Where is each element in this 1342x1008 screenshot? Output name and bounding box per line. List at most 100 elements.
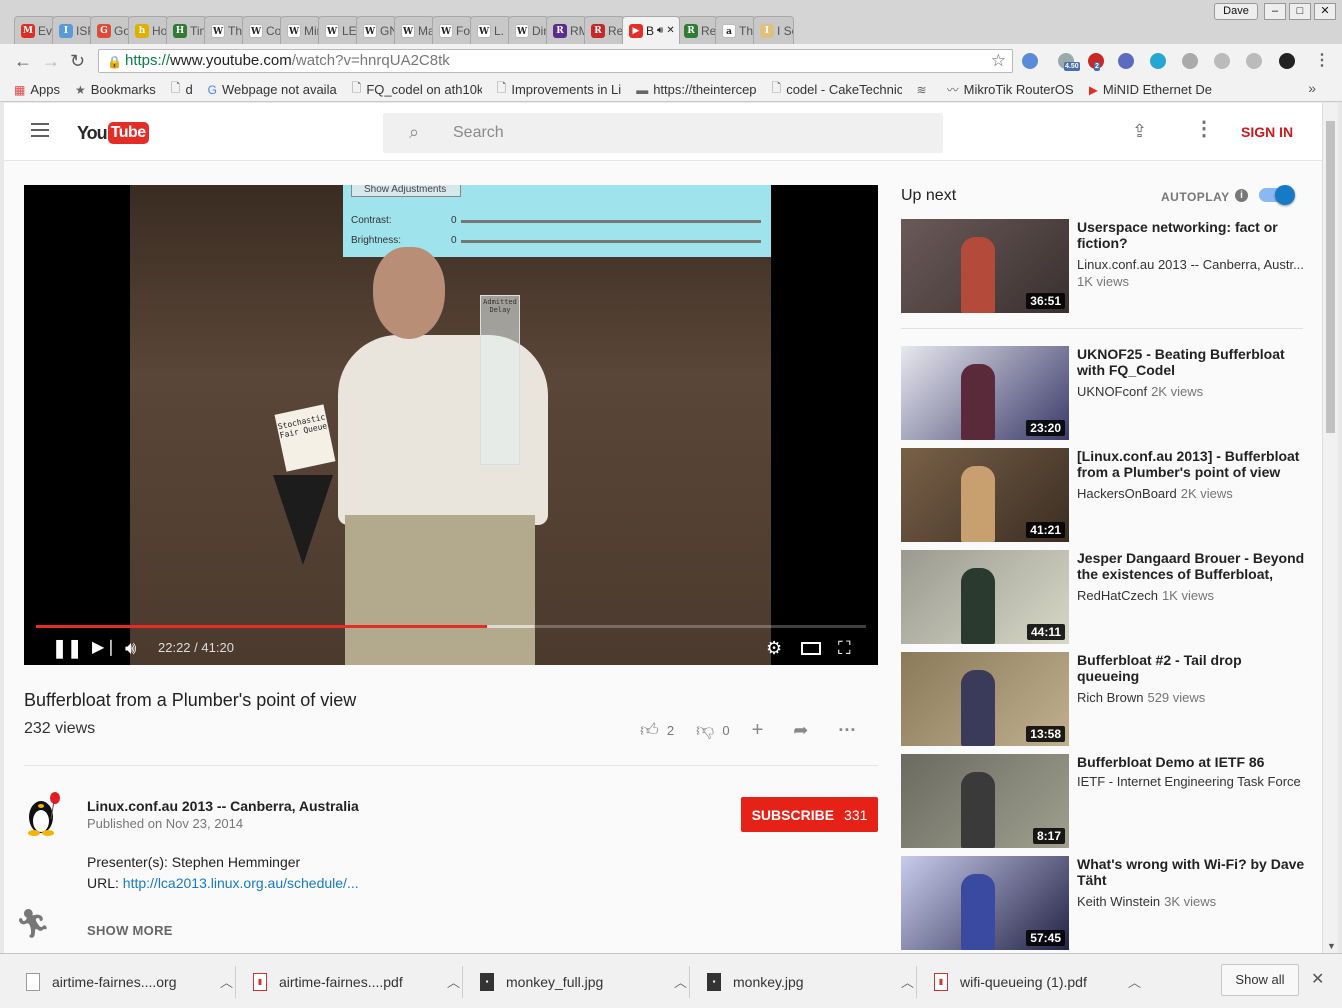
browser-tab[interactable]: RRM <box>546 16 587 44</box>
bookmark-item[interactable]: ▬ https://theintercep <box>636 82 756 97</box>
reload-icon[interactable]: ↻ <box>70 51 85 71</box>
recommended-video-title[interactable]: [Linux.conf.au 2013] - Bufferbloat from … <box>1077 448 1305 480</box>
channel-name[interactable]: Linux.conf.au 2013 -- Canberra, Australi… <box>87 798 359 814</box>
forward-arrow-icon[interactable]: → <box>42 51 60 71</box>
browser-tab[interactable]: WL. R <box>470 16 511 44</box>
add-to-button[interactable]: + <box>752 719 772 742</box>
bookmark-star-icon[interactable]: ☆ <box>991 50 1006 72</box>
minimize-button[interactable]: – <box>1264 3 1286 20</box>
dislike-button[interactable]: 👎︎ 0 <box>696 719 730 741</box>
scroll-down-arrow-icon[interactable]: ▼ <box>1327 941 1336 951</box>
globe-extension-icon[interactable] <box>1118 53 1134 69</box>
description-url-link[interactable]: http://lca2013.linux.org.au/schedule/... <box>123 875 359 891</box>
lock-extension-icon[interactable] <box>1246 53 1262 69</box>
page-scrollbar[interactable]: ▼ <box>1322 103 1338 953</box>
profile-button[interactable]: Dave <box>1214 3 1258 20</box>
video-thumbnail[interactable]: 23:20 <box>901 346 1069 440</box>
close-shelf-icon[interactable]: ✕ <box>1311 969 1324 989</box>
show-all-downloads-button[interactable]: Show all <box>1221 964 1299 996</box>
video-thumbnail[interactable]: 36:51 <box>901 219 1069 313</box>
chevron-up-icon[interactable]: ︿ <box>674 972 687 991</box>
recommended-video[interactable]: 8:17 Bufferbloat Demo at IETF 86 IETF - In… <box>901 754 1305 848</box>
video-thumbnail[interactable]: 41:21 <box>901 448 1069 542</box>
download-item[interactable]: ▮ wifi-queueing (1).pdf ︿ <box>934 954 1141 1008</box>
monitor-extension-icon[interactable] <box>1182 53 1198 69</box>
recommended-video-title[interactable]: Bufferbloat #2 - Tail drop queueing <box>1077 652 1305 684</box>
recommended-video-title[interactable]: Bufferbloat Demo at IETF 86 <box>1077 754 1305 770</box>
browser-tab[interactable]: WColl <box>242 16 283 44</box>
clock-extension-icon[interactable] <box>1022 53 1038 69</box>
bookmark-item[interactable]: 🗋 codel - CakeTechnic <box>772 79 902 100</box>
bookmarks-overflow-icon[interactable]: » <box>1308 80 1316 96</box>
adblock-plus-icon[interactable]: 2 <box>1088 53 1104 71</box>
recommended-video[interactable]: 36:51 Userspace networking: fact or ficti… <box>901 219 1305 313</box>
recommended-video-title[interactable]: UKNOF25 - Beating Bufferbloat with FQ_Co… <box>1077 346 1305 378</box>
maximize-button[interactable]: □ <box>1289 3 1311 20</box>
bookmark-item[interactable]: ≋ <box>917 83 932 97</box>
info-icon[interactable]: i <box>1235 189 1248 202</box>
browser-tab[interactable]: GGoo <box>90 16 131 44</box>
more-actions-button[interactable]: ··· <box>838 720 864 741</box>
bookmark-item[interactable]: G Webpage not availa <box>208 82 337 97</box>
chevron-up-icon[interactable]: ︿ <box>901 972 914 991</box>
video-thumbnail[interactable]: 13:58 <box>901 652 1069 746</box>
bookmark-item[interactable]: 🗋 FQ_codel on ath10k <box>352 79 482 100</box>
cube-extension-icon[interactable] <box>1150 53 1166 69</box>
chevron-up-icon[interactable]: ︿ <box>447 972 460 991</box>
browser-tab[interactable]: hHov <box>128 16 169 44</box>
channel-avatar[interactable] <box>24 791 64 837</box>
theater-mode-icon[interactable] <box>801 642 821 655</box>
browser-tab[interactable]: IISP <box>52 16 93 44</box>
scrollbar-thumb[interactable] <box>1326 121 1335 433</box>
browser-tab[interactable]: WMin <box>280 16 321 44</box>
bookmark-item[interactable]: ★ Bookmarks <box>75 82 156 97</box>
close-window-button[interactable]: ✕ <box>1314 3 1336 20</box>
browser-tab[interactable]: II Sc <box>753 16 794 44</box>
search-icon[interactable]: ⌕ <box>409 122 419 143</box>
video-thumbnail[interactable]: 44:11 <box>901 550 1069 644</box>
volume-icon[interactable]: 🔊︎ <box>125 631 136 665</box>
bookmark-item[interactable]: 🗋 Improvements in Li <box>497 79 621 100</box>
browser-tab[interactable]: WFor <box>432 16 473 44</box>
recommended-video-title[interactable]: What's wrong with Wi-Fi? by Dave Täht <box>1077 856 1305 888</box>
download-item[interactable]: ▮ airtime-fairnes....pdf ︿ <box>253 954 460 1008</box>
subscribe-button[interactable]: SUBSCRIBE 331 <box>741 797 878 832</box>
browser-tab[interactable]: RRea <box>584 16 625 44</box>
browser-tab[interactable]: MEva <box>14 16 55 44</box>
bookmark-item[interactable]: ▶ MiNID Ethernet De <box>1089 82 1212 97</box>
bars-extension-icon[interactable] <box>1214 53 1230 69</box>
browser-tab[interactable]: WDim <box>508 16 549 44</box>
browser-tab[interactable]: WGNU <box>356 16 397 44</box>
pause-icon[interactable]: ❚❚ <box>52 631 82 665</box>
sign-in-button[interactable]: SIGN IN <box>1241 124 1293 140</box>
download-item[interactable]: ▪ monkey_full.jpg ︿ <box>480 954 687 1008</box>
bookmark-item[interactable]: 🗋 d <box>171 79 193 100</box>
download-item[interactable]: ▪ monkey.jpg ︿ <box>707 954 914 1008</box>
hamburger-menu-icon[interactable] <box>31 123 49 137</box>
bookmark-item[interactable]: ▦ Apps <box>14 82 60 97</box>
bookmark-item[interactable]: 〰 MikroTik RouterOS <box>947 81 1074 98</box>
browser-tab[interactable]: WMat <box>394 16 435 44</box>
terminal-extension-icon[interactable] <box>1279 53 1295 69</box>
more-options-icon[interactable]: ⋮ <box>1194 119 1214 139</box>
recommended-video[interactable]: 23:20 UKNOF25 - Beating Bufferbloat with … <box>901 346 1305 440</box>
recommended-video[interactable]: 13:58 Bufferbloat #2 - Tail drop queueing… <box>901 652 1305 746</box>
chrome-menu-icon[interactable]: ⋮ <box>1314 53 1330 69</box>
search-input[interactable] <box>453 123 913 143</box>
back-arrow-icon[interactable]: ← <box>14 51 32 71</box>
close-tab-icon[interactable]: ✕ <box>666 25 674 36</box>
browser-tab[interactable]: aTha <box>715 16 756 44</box>
share-button[interactable]: ➦ <box>793 720 816 741</box>
download-item[interactable]: airtime-fairnes....org ︿ <box>26 954 233 1008</box>
recommended-video-title[interactable]: Userspace networking: fact or fiction? <box>1077 219 1305 251</box>
chevron-up-icon[interactable]: ︿ <box>220 972 233 991</box>
video-thumbnail[interactable]: 57:45 <box>901 856 1069 950</box>
show-more-button[interactable]: SHOW MORE <box>87 923 173 938</box>
fullscreen-icon[interactable]: ⛶ <box>838 631 851 665</box>
browser-tab[interactable]: HTiny <box>166 16 207 44</box>
browser-tab[interactable]: ▶ B 🔊︎ ✕ <box>622 16 680 44</box>
settings-gear-icon[interactable]: ⚙ <box>766 631 782 665</box>
browser-tab[interactable]: WLEM <box>318 16 359 44</box>
recommended-video[interactable]: 44:11 Jesper Dangaard Brouer - Beyond the… <box>901 550 1305 644</box>
autoplay-toggle[interactable] <box>1259 185 1295 205</box>
